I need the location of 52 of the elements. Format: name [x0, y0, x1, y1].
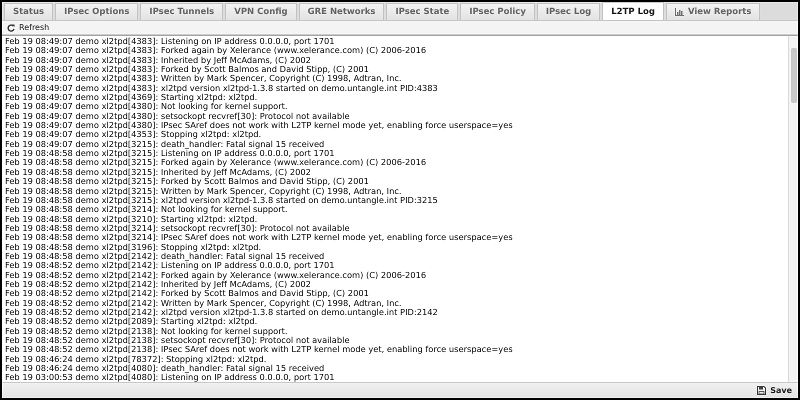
log-line: Feb 19 08:49:07 demo xl2tpd[4383]: xl2tpd version xl2tpd-1.3.8 started on demo.untangle.int PID:4383: [5, 84, 439, 94]
log-line: Feb 19 08:49:07 demo xl2tpd[4383]: Forked by Scott Balmos and David Stipp, (C) 2001: [5, 65, 370, 74]
log-line: Feb 19 03:00:53 demo xl2tpd[4080]: Listening on IP address 0.0.0.0, port 1701: [5, 373, 336, 382]
log-line: Feb 19 08:49:07 demo xl2tpd[4353]: Stopping xl2tpd: xl2tpd.: [5, 130, 262, 140]
tab[interactable]: IPsec State: [386, 3, 458, 20]
log-line: Feb 19 08:48:52 demo xl2tpd[2138]: setsockopt recvref[30]: Protocol not available: [5, 336, 351, 346]
log-line: Feb 19 08:48:52 demo xl2tpd[2138]: IPsec SAref does not work with L2TP kernel mode yet, enabling force userspace=yes: [5, 345, 514, 355]
log-line: Feb 19 08:46:24 demo xl2tpd[4080]: death_handler: Fatal signal 15 received: [5, 364, 326, 374]
log-line: Feb 19 08:48:52 demo xl2tpd[2142]: Written by Mark Spencer, Copyright (C) 1998, Adtran, Inc.: [5, 298, 403, 308]
log-line: Feb 19 08:48:58 demo xl2tpd[3215]: Forked by Scott Balmos and David Stipp, (C) 2001: [5, 177, 370, 186]
save-button[interactable]: Save: [757, 386, 792, 395]
tab[interactable]: L2TP Log: [602, 2, 664, 20]
log-line: Feb 19 08:48:58 demo xl2tpd[3215]: Listening on IP address 0.0.0.0, port 1701: [5, 149, 336, 158]
log-line: Feb 19 08:48:52 demo xl2tpd[2142]: Forked again by Xelerance (www.xelerance.com) (C) 2006-2016: [5, 270, 428, 280]
tab[interactable]: IPsec Log: [536, 3, 600, 20]
log-line: Feb 19 08:49:07 demo xl2tpd[4380]: setsockopt recvref[30]: Protocol not available: [5, 112, 351, 122]
log-line: Feb 19 08:48:52 demo xl2tpd[2142]: Listening on IP address 0.0.0.0, port 1701: [5, 261, 336, 271]
log-line: Feb 19 08:49:07 demo xl2tpd[4383]: Forked again by Xelerance (www.xelerance.com) (C) 2006-2016: [5, 46, 428, 56]
log-line: Feb 19 08:49:07 demo xl2tpd[3215]: death_handler: Fatal signal 15 received: [5, 140, 326, 150]
log-line: Feb 19 08:46:24 demo xl2tpd[78372]: Stopping xl2tpd: xl2tpd.: [5, 354, 268, 364]
log-line: Feb 19 08:48:58 demo xl2tpd[2142]: death_handler: Fatal signal 15 received: [5, 252, 326, 262]
log-line: Feb 19 08:48:52 demo xl2tpd[2089]: Starting xl2tpd: xl2tpd.: [5, 317, 258, 327]
log-line: Feb 19 08:48:58 demo xl2tpd[3215]: Inherited by Jeff McAdams, (C) 2002: [5, 168, 312, 178]
log-line: Feb 19 08:49:07 demo xl2tpd[4369]: Starting xl2tpd: xl2tpd.: [5, 93, 258, 102]
tab[interactable]: VPN Config: [225, 3, 297, 20]
log-line: Feb 19 08:49:07 demo xl2tpd[4380]: Not looking for kernel support.: [5, 102, 289, 112]
log-line: Feb 19 08:48:58 demo xl2tpd[3215]: Forked again by Xelerance (www.xelerance.com) (C) 2006-2016: [5, 158, 428, 168]
log-line: Feb 19 08:48:58 demo xl2tpd[3210]: Starting xl2tpd: xl2tpd.: [5, 214, 258, 224]
refresh-button[interactable]: Refresh: [7, 23, 50, 32]
log-line: Feb 19 08:48:58 demo xl2tpd[3215]: Written by Mark Spencer, Copyright (C) 1998, Adtran, Inc.: [5, 186, 403, 196]
tab[interactable]: View Reports: [666, 3, 760, 20]
log-line: Feb 19 08:49:07 demo xl2tpd[4383]: Written by Mark Spencer, Copyright (C) 1998, Adtran, Inc.: [5, 74, 403, 84]
tab[interactable]: Status: [4, 3, 54, 20]
tab[interactable]: IPsec Tunnels: [140, 3, 224, 20]
tab[interactable]: IPsec Options: [55, 3, 138, 20]
log-line: Feb 19 08:48:52 demo xl2tpd[2142]: Forked by Scott Balmos and David Stipp, (C) 2001: [5, 289, 370, 299]
log-line: Feb 19 08:48:58 demo xl2tpd[3215]: xl2tpd version xl2tpd-1.3.8 started on demo.untangle.int PID:3215: [5, 196, 439, 206]
log-line: Feb 19 08:49:07 demo xl2tpd[4380]: IPsec SAref does not work with L2TP kernel mode yet, enabling force userspace=yes: [5, 121, 514, 130]
log-line: Feb 19 08:48:58 demo xl2tpd[3196]: Stopping xl2tpd: xl2tpd.: [5, 242, 262, 252]
log-line: Feb 19 08:48:58 demo xl2tpd[3214]: setsockopt recvref[30]: Protocol not available: [5, 224, 351, 234]
tab[interactable]: IPsec Policy: [460, 3, 535, 20]
log-line: Feb 19 08:48:52 demo xl2tpd[2142]: xl2tpd version xl2tpd-1.3.8 started on demo.untangle.int PID:2142: [5, 308, 439, 318]
scrollbar[interactable]: [788, 36, 798, 382]
log-line: Feb 19 08:48:58 demo xl2tpd[3214]: Not looking for kernel support.: [5, 205, 289, 215]
log-line: Feb 19 08:49:07 demo xl2tpd[4383]: Listening on IP address 0.0.0.0, port 1701: [5, 37, 336, 46]
log-line: Feb 19 08:48:52 demo xl2tpd[2142]: Inherited by Jeff McAdams, (C) 2002: [5, 280, 311, 290]
tab[interactable]: GRE Networks: [298, 3, 384, 20]
log-line: Feb 19 08:49:07 demo xl2tpd[4383]: Inherited by Jeff McAdams, (C) 2002: [5, 56, 312, 66]
refresh-icon: [7, 24, 15, 32]
log-line: Feb 19 08:48:52 demo xl2tpd[2138]: Not looking for kernel support.: [5, 326, 289, 336]
log-line: Feb 19 08:48:58 demo xl2tpd[3214]: IPsec SAref does not work with L2TP kernel mode yet, enabling force userspace=yes: [5, 233, 514, 243]
bar-chart-icon: [674, 8, 684, 16]
